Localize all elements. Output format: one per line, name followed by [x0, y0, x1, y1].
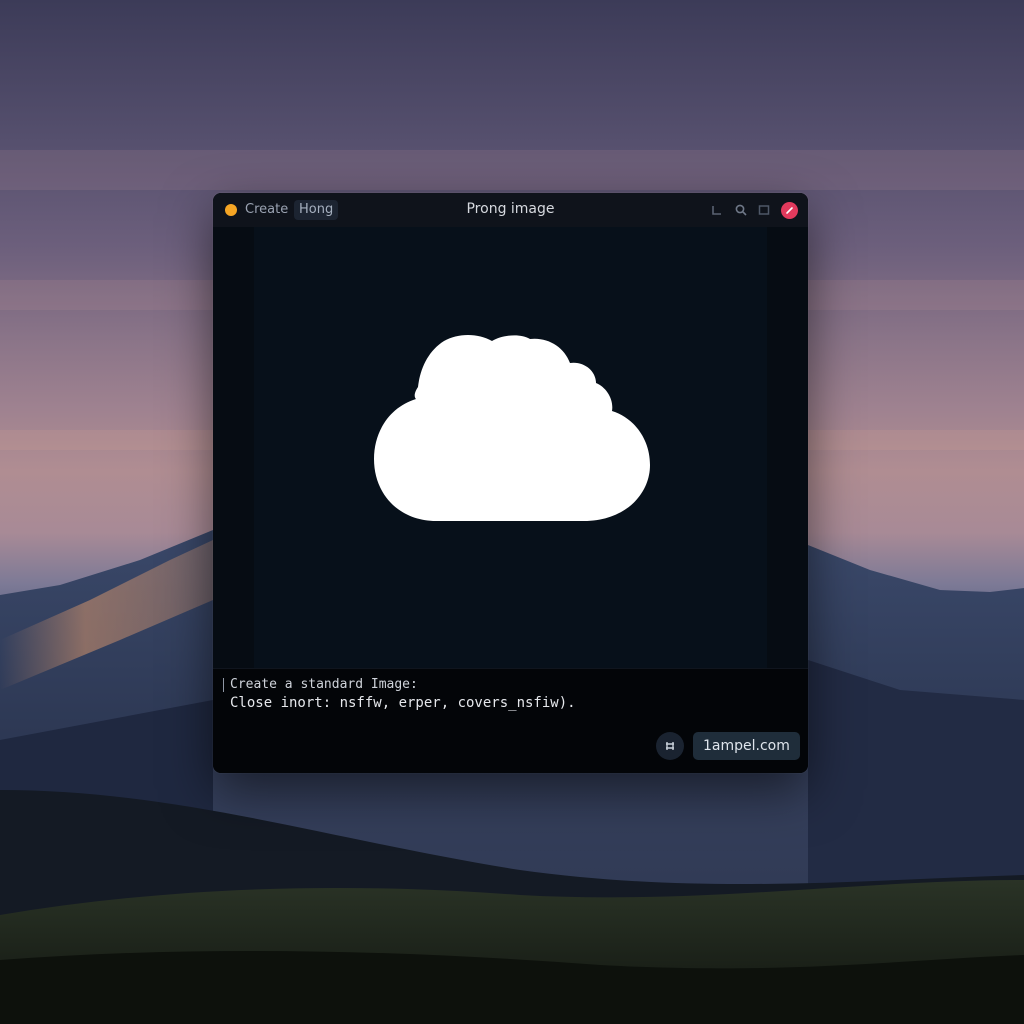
app-window: Create Hong Prong image Create a standar…	[213, 193, 808, 773]
cloud-icon	[374, 335, 650, 521]
search-icon[interactable]	[734, 203, 748, 217]
site-link-button[interactable]: 1ampel.com	[693, 732, 800, 760]
prompt-text-line-2[interactable]: Close inort: nsffw, erper, covers_nsfiw)…	[230, 695, 576, 711]
desktop-wallpaper: Create Hong Prong image Create a standar…	[0, 0, 1024, 1024]
square-icon[interactable]	[757, 203, 771, 217]
title-bar: Create Hong Prong image	[213, 193, 808, 228]
prompt-panel[interactable]: Create a standard Image: Close inort: ns…	[213, 668, 808, 773]
text-caret	[223, 678, 224, 692]
grid-icon	[666, 742, 674, 750]
close-icon	[786, 207, 793, 214]
corner-icon[interactable]	[710, 203, 724, 217]
prompt-text-line-1[interactable]: Create a standard Image:	[230, 677, 418, 692]
grid-button[interactable]	[656, 732, 684, 760]
image-canvas	[213, 227, 808, 668]
close-button[interactable]	[781, 202, 798, 219]
